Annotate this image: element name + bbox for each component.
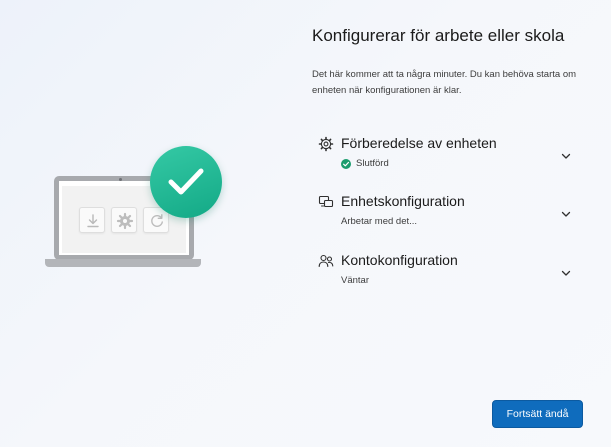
chevron-down-icon[interactable] [560, 266, 572, 278]
restart-icon [151, 214, 163, 227]
page-description: Det här kommer att ta några minuter. Du … [312, 69, 577, 96]
setup-page: Konfigurerar för arbete eller skola Det … [0, 0, 611, 447]
chevron-down-icon[interactable] [560, 207, 572, 219]
step-status: Väntar [341, 275, 369, 286]
step-title: Enhetskonfiguration [341, 193, 465, 209]
settings-tile [111, 207, 137, 233]
checkmark-icon [168, 168, 204, 195]
step-status: Slutförd [341, 158, 389, 169]
step-status-text: Väntar [341, 275, 369, 286]
success-badge [150, 146, 222, 218]
people-icon [318, 253, 334, 269]
step-title: Förberedelse av enheten [341, 135, 497, 151]
laptop-base [45, 259, 201, 267]
step-title: Kontokonfiguration [341, 252, 458, 268]
completed-check-icon [341, 158, 351, 169]
step-status-text: Arbetar med det... [341, 216, 418, 227]
step-status-text: Slutförd [356, 158, 389, 169]
download-icon [87, 214, 99, 228]
page-title: Konfigurerar för arbete eller skola [312, 26, 565, 45]
gear-icon [116, 212, 134, 230]
laptop-camera [119, 178, 122, 181]
chevron-down-icon[interactable] [560, 149, 572, 161]
continue-anyway-button[interactable]: Fortsätt ändå [492, 400, 583, 428]
download-tile [79, 207, 105, 233]
devices-icon [318, 194, 334, 210]
gear-icon [318, 136, 334, 152]
step-status: Arbetar med det... [341, 216, 417, 227]
